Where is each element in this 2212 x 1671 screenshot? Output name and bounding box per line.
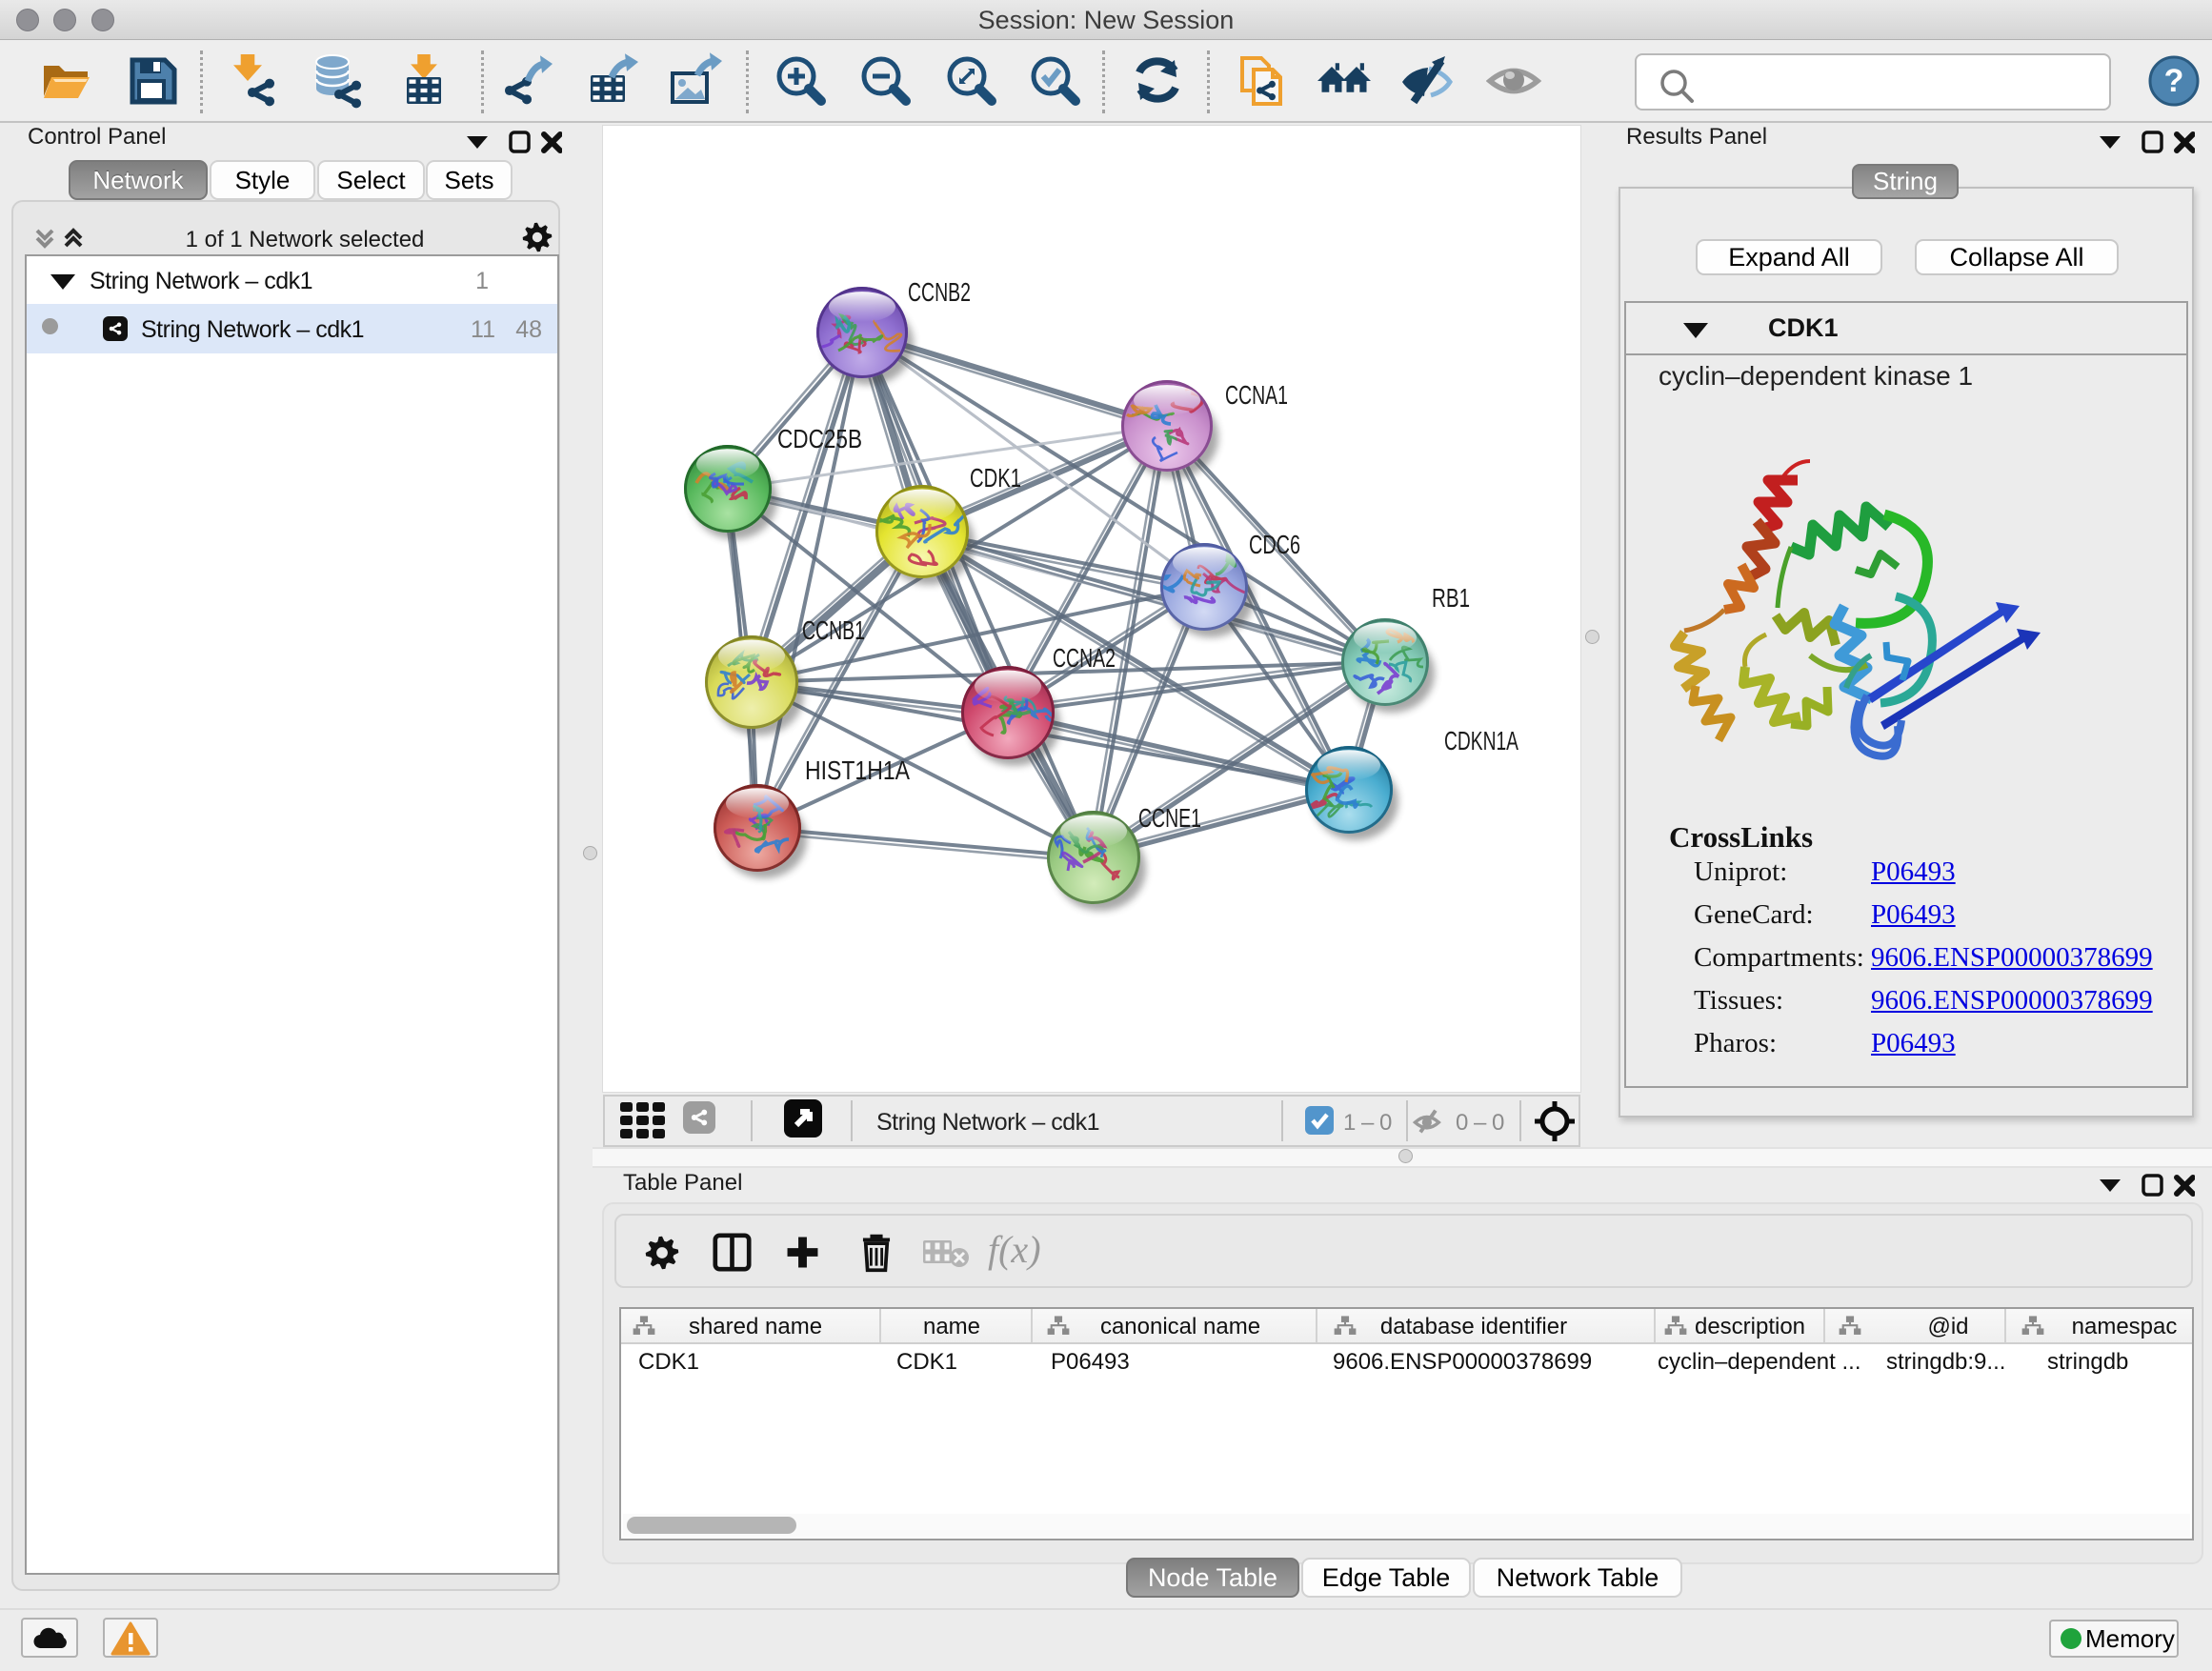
- svg-text:HIST1H1A: HIST1H1A: [805, 755, 910, 785]
- svg-text:CDC6: CDC6: [1249, 530, 1300, 559]
- svg-text:CCNB1: CCNB1: [802, 615, 865, 645]
- svg-text:RB1: RB1: [1432, 583, 1470, 613]
- svg-text:?: ?: [2164, 63, 2184, 99]
- svg-text:CDC25B: CDC25B: [777, 424, 862, 453]
- svg-text:CCNA2: CCNA2: [1053, 643, 1116, 673]
- svg-text:CCNE1: CCNE1: [1138, 803, 1201, 833]
- svg-text:CCNA1: CCNA1: [1225, 380, 1288, 410]
- svg-text:CDK1: CDK1: [970, 463, 1021, 493]
- svg-text:CDKN1A: CDKN1A: [1444, 726, 1518, 755]
- svg-text:CCNB2: CCNB2: [908, 277, 971, 307]
